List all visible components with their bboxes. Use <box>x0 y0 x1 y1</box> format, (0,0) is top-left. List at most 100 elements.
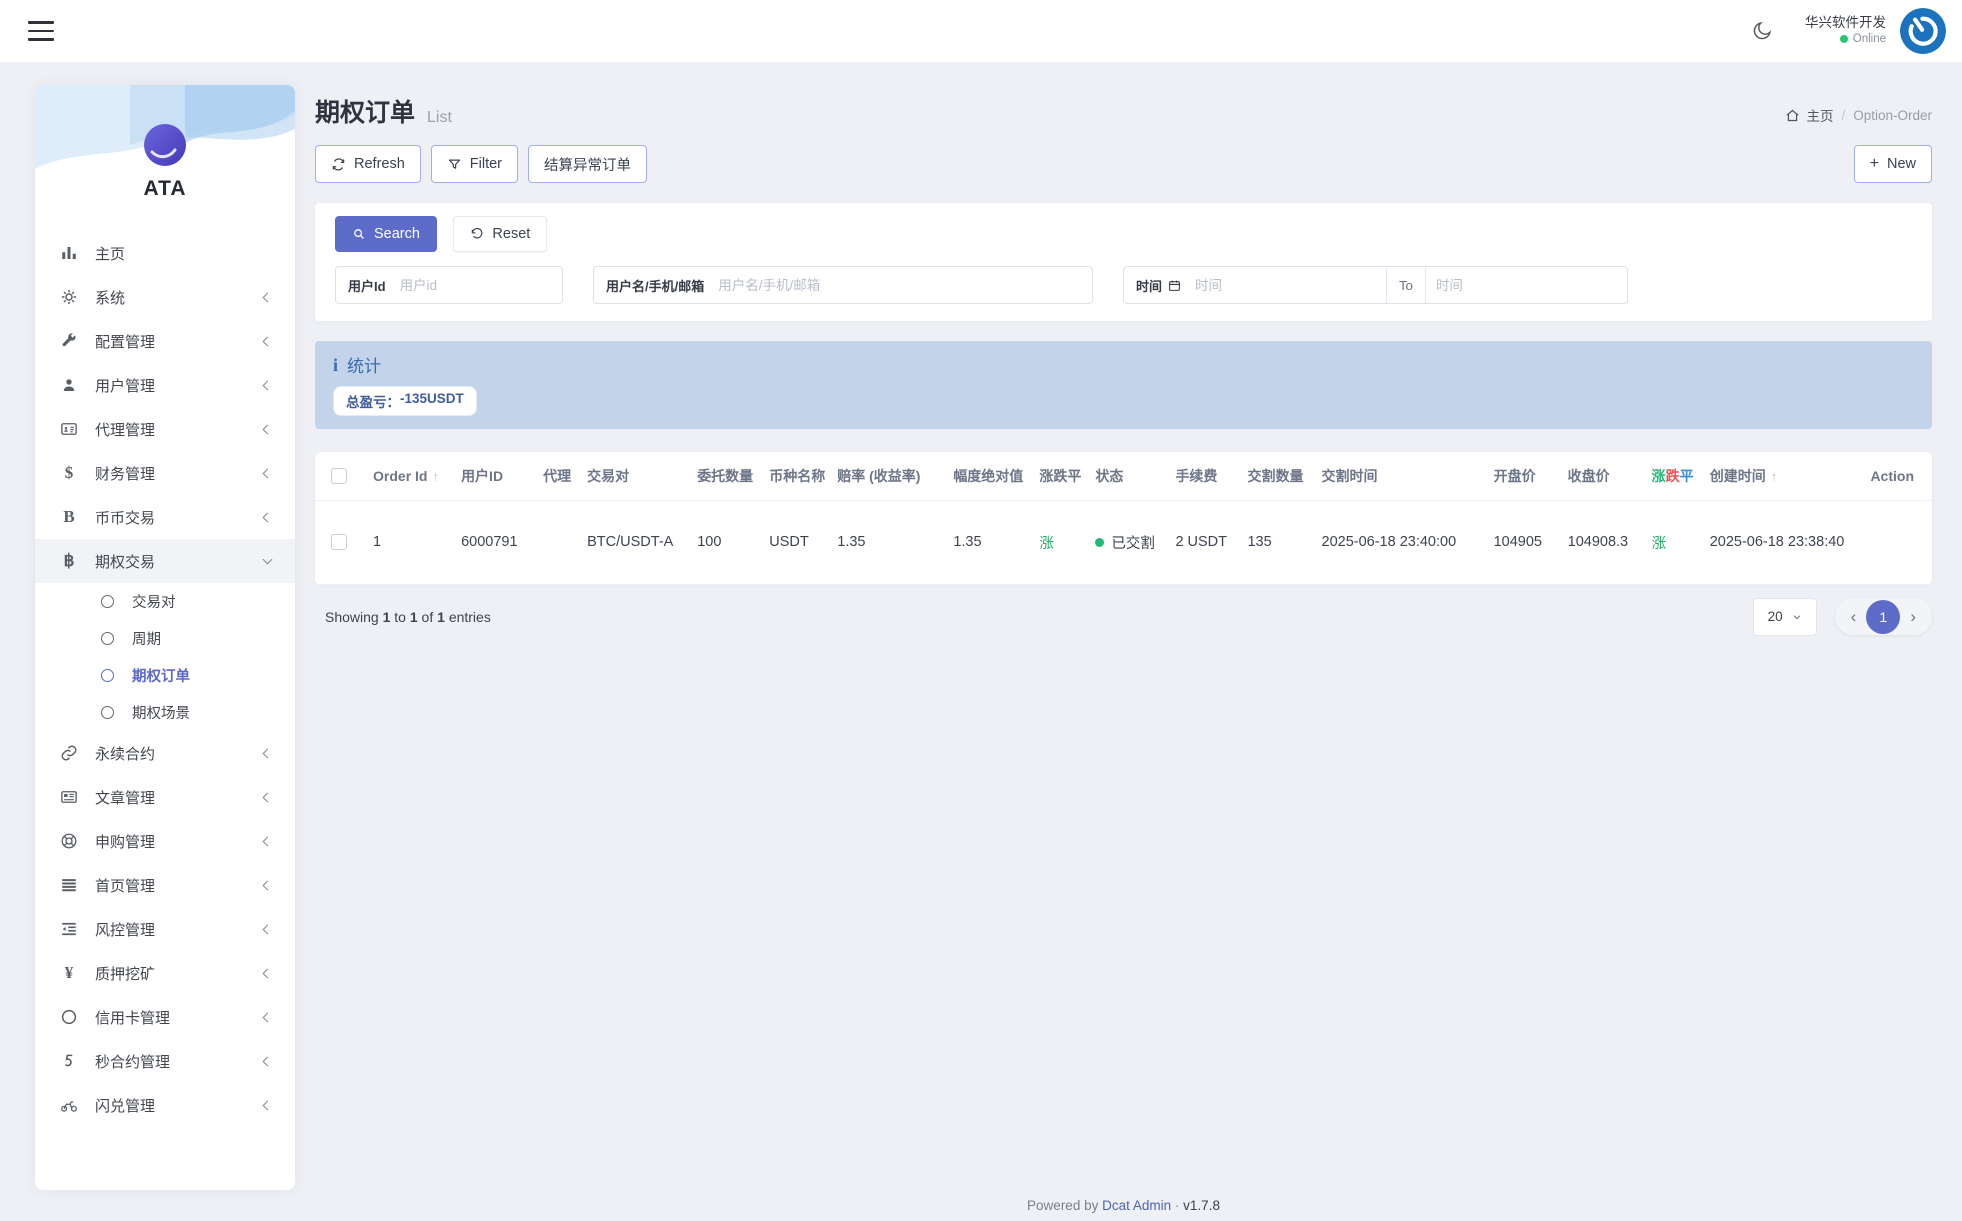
user-menu[interactable]: 华兴软件开发 Online <box>1805 15 1886 46</box>
id-card-icon <box>57 420 81 438</box>
col-created-at[interactable]: 创建时间↑ <box>1702 452 1852 500</box>
bars-icon <box>57 876 81 894</box>
cell-agent <box>535 500 579 584</box>
refresh-button[interactable]: Refresh <box>315 145 421 183</box>
next-page-button[interactable]: › <box>1900 608 1926 625</box>
sidebar-subitem-periods[interactable]: 周期 <box>35 620 295 657</box>
search-button[interactable]: Search <box>335 216 437 252</box>
user-id-input[interactable] <box>390 278 562 293</box>
cell-odds: 1.35 <box>829 500 945 584</box>
sidebar-item-credit-card[interactable]: 信用卡管理 <box>35 995 295 1039</box>
page-subtitle: List <box>427 109 452 129</box>
motorcycle-icon <box>57 1096 81 1114</box>
page-size-select[interactable]: 20 <box>1753 598 1817 636</box>
cell-trading-pair: BTC/USDT-A <box>579 500 689 584</box>
select-all-checkbox[interactable] <box>331 468 347 484</box>
chevron-left-icon <box>263 880 273 890</box>
moon-icon <box>1751 20 1773 42</box>
sidebar-subitem-option-orders[interactable]: 期权订单 <box>35 657 295 694</box>
sidebar-subitem-trading-pairs[interactable]: 交易对 <box>35 583 295 620</box>
version-label: v1.7.8 <box>1183 1198 1220 1213</box>
chevron-left-icon <box>263 468 273 478</box>
time-from-input[interactable] <box>1185 278 1386 293</box>
col-coin: 币种名称 <box>761 452 829 500</box>
reset-button[interactable]: Reset <box>453 216 547 252</box>
user-name-input[interactable] <box>708 278 1092 293</box>
col-close-price: 收盘价 <box>1560 452 1644 500</box>
sidebar-item-system[interactable]: 系统 <box>35 275 295 319</box>
col-direction: 涨跌平 <box>1031 452 1087 500</box>
orders-table-card: Order Id↑ 用户ID 代理 交易对 委托数量 币种名称 赔率 (收益率)… <box>315 452 1932 585</box>
avatar[interactable] <box>1900 8 1946 54</box>
chart-bar-icon <box>57 244 81 262</box>
sidebar-subitem-option-scenes[interactable]: 期权场景 <box>35 694 295 731</box>
statistics-panel: i 统计 总盈亏： -135USDT <box>315 341 1932 429</box>
online-dot-icon <box>1840 35 1848 43</box>
time-to-input[interactable] <box>1426 278 1627 293</box>
sidebar-item-home[interactable]: 主页 <box>35 231 295 275</box>
cell-coin: USDT <box>761 500 829 584</box>
breadcrumb-current: Option-Order <box>1853 108 1932 123</box>
chevron-left-icon <box>263 292 273 302</box>
chevron-left-icon <box>263 512 273 522</box>
table-row: 1 6000791 BTC/USDT-A 100 USDT 1.35 1.35 … <box>315 500 1932 584</box>
sidebar-item-flash-swap[interactable]: 闪兑管理 <box>35 1083 295 1127</box>
sidebar-item-spot-trade[interactable]: B 币币交易 <box>35 495 295 539</box>
sidebar-item-homepage[interactable]: 首页管理 <box>35 863 295 907</box>
top-header: 华兴软件开发 Online <box>0 0 1962 62</box>
col-order-id[interactable]: Order Id↑ <box>365 452 453 500</box>
circle-icon <box>57 1008 81 1026</box>
row-checkbox[interactable] <box>331 534 347 550</box>
sidebar-item-articles[interactable]: 文章管理 <box>35 775 295 819</box>
settle-abnormal-orders-button[interactable]: 结算异常订单 <box>528 145 647 183</box>
refresh-icon <box>331 157 346 172</box>
breadcrumb-home-link[interactable]: 主页 <box>1785 105 1833 125</box>
sidebar-item-config[interactable]: 配置管理 <box>35 319 295 363</box>
wrench-icon <box>57 332 81 350</box>
sidebar-item-agents[interactable]: 代理管理 <box>35 407 295 451</box>
chevron-left-icon <box>263 1012 273 1022</box>
filter-time-range-group: 时间 To <box>1123 266 1628 304</box>
chevron-left-icon <box>263 792 273 802</box>
prev-page-button[interactable]: ‹ <box>1841 608 1867 625</box>
cell-open-price: 104905 <box>1486 500 1560 584</box>
chevron-left-icon <box>263 380 273 390</box>
rotate-left-icon <box>470 227 484 241</box>
online-status: Online <box>1853 32 1886 46</box>
new-button[interactable]: + New <box>1854 145 1932 183</box>
filter-user-name-label: 用户名/手机/邮箱 <box>594 276 708 295</box>
sidebar-item-seconds-contract[interactable]: 秒合约管理 <box>35 1039 295 1083</box>
sidebar-item-subscription[interactable]: 申购管理 <box>35 819 295 863</box>
calendar-icon <box>1168 279 1181 292</box>
cell-user-id: 6000791 <box>453 500 535 584</box>
brand-name: ATA <box>35 177 295 201</box>
cell-direction: 涨 <box>1031 500 1087 584</box>
current-page-button[interactable]: 1 <box>1866 600 1900 634</box>
dcat-admin-link[interactable]: Dcat Admin <box>1102 1198 1171 1213</box>
col-agent: 代理 <box>535 452 579 500</box>
chevron-left-icon <box>263 1100 273 1110</box>
sidebar-item-options-trade[interactable]: ฿ 期权交易 <box>35 539 295 583</box>
sidebar-item-perpetual[interactable]: 永续合约 <box>35 731 295 775</box>
sidebar-item-risk[interactable]: 风控管理 <box>35 907 295 951</box>
table-header-row: Order Id↑ 用户ID 代理 交易对 委托数量 币种名称 赔率 (收益率)… <box>315 452 1932 500</box>
cell-close-price: 104908.3 <box>1560 500 1644 584</box>
filter-button[interactable]: Filter <box>431 145 518 183</box>
chevron-down-icon <box>1792 612 1802 622</box>
cell-status: 已交割 <box>1087 500 1167 584</box>
sidebar-item-finance[interactable]: $ 财务管理 <box>35 451 295 495</box>
search-panel: Search Reset 用户Id 用户名/手机/邮箱 时间 <box>315 203 1932 321</box>
home-icon <box>1785 108 1800 123</box>
hamburger-menu-icon[interactable] <box>28 21 54 41</box>
col-fee: 手续费 <box>1167 452 1239 500</box>
breadcrumb: 主页 / Option-Order <box>1785 105 1932 129</box>
bitcoin-icon: ฿ <box>57 551 81 571</box>
chevron-left-icon <box>263 836 273 846</box>
cell-created-at: 2025-06-18 23:38:40 <box>1702 500 1852 584</box>
dark-mode-toggle[interactable] <box>1745 14 1779 48</box>
sidebar-item-users[interactable]: 用户管理 <box>35 363 295 407</box>
orders-table: Order Id↑ 用户ID 代理 交易对 委托数量 币种名称 赔率 (收益率)… <box>315 452 1932 585</box>
sidebar-item-staking[interactable]: ¥ 质押挖矿 <box>35 951 295 995</box>
options-submenu: 交易对 周期 期权订单 期权场景 <box>35 583 295 731</box>
cell-fee: 2 USDT <box>1167 500 1239 584</box>
